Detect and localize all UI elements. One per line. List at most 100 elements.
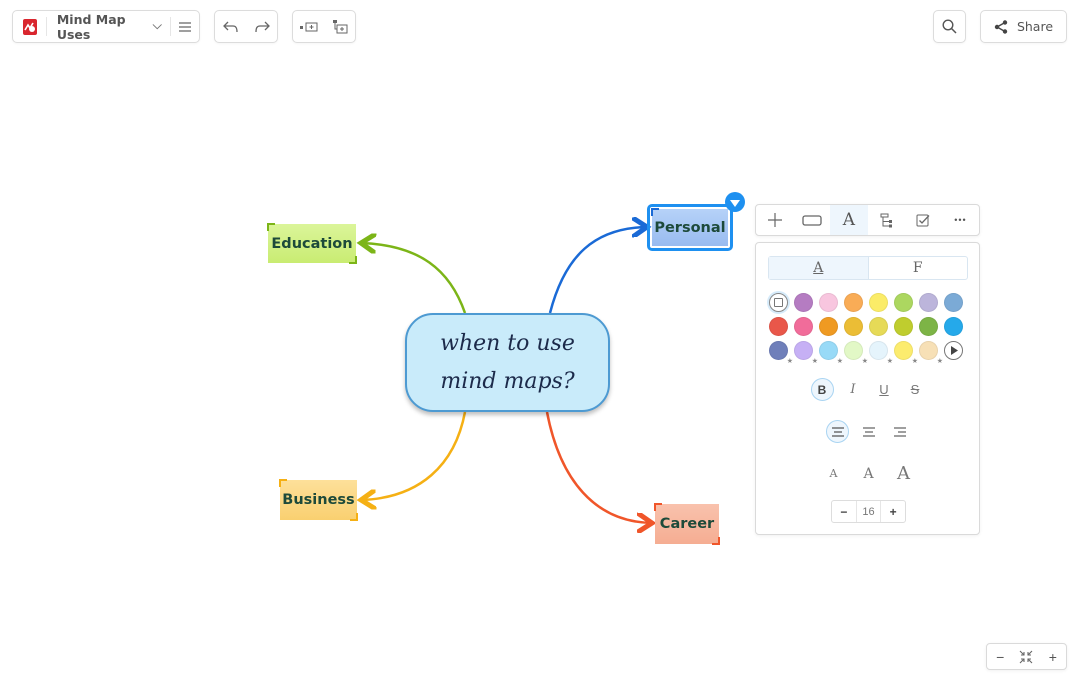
share-label: Share (1016, 19, 1054, 34)
task-button[interactable] (905, 205, 942, 235)
align-left-button[interactable] (826, 420, 849, 443)
text-format-icon: A (842, 210, 856, 230)
layout-button[interactable] (868, 205, 905, 235)
shape-icon (802, 214, 822, 226)
strikethrough-button[interactable]: S (904, 378, 927, 401)
more-button[interactable]: ••• (942, 205, 979, 235)
node-toolbar: A ••• (755, 204, 980, 236)
color-swatch[interactable]: ★ (869, 341, 893, 365)
color-swatch[interactable] (869, 293, 888, 312)
connector-business (361, 411, 467, 500)
play-icon (950, 346, 958, 355)
node-education[interactable]: Education (267, 223, 357, 264)
zoom-out-button[interactable]: − (987, 644, 1013, 669)
color-swatch[interactable] (894, 317, 913, 336)
layout-icon (880, 213, 892, 227)
connector-personal (548, 227, 647, 314)
central-topic-line2: mind maps? (440, 368, 575, 394)
font-small-button[interactable]: A (822, 462, 845, 485)
undo-icon (222, 21, 238, 32)
connector-education (361, 243, 467, 314)
font-size-increase-button[interactable]: + (881, 501, 905, 522)
color-swatch[interactable] (819, 293, 838, 312)
no-color-icon (774, 298, 783, 307)
zoom-controls: − + (986, 643, 1067, 670)
add-child-button[interactable] (324, 11, 355, 42)
history-toolbar (214, 10, 278, 43)
font-size-stepper: − 16 + (831, 500, 906, 523)
color-swatch[interactable]: ★ (894, 341, 918, 365)
color-swatch[interactable] (819, 317, 838, 336)
color-swatch[interactable]: ★ (794, 341, 818, 365)
color-swatch[interactable] (844, 317, 863, 336)
star-icon: ★ (836, 358, 843, 365)
node-personal-label: Personal (654, 219, 726, 236)
add-icon (767, 213, 782, 227)
text-align-row (756, 420, 981, 443)
hamburger-icon (179, 21, 192, 32)
color-swatch[interactable] (869, 317, 888, 336)
italic-button[interactable]: I (842, 378, 865, 401)
color-swatch[interactable] (844, 293, 863, 312)
format-tabs: A F (768, 256, 968, 280)
color-swatch[interactable] (894, 293, 913, 312)
font-medium-button[interactable]: A (857, 462, 880, 485)
redo-button[interactable] (246, 11, 277, 42)
star-icon: ★ (811, 358, 818, 365)
color-swatch[interactable]: ★ (819, 341, 843, 365)
mindmeister-logo-icon[interactable] (23, 18, 37, 35)
color-swatch[interactable] (769, 317, 788, 336)
menu-button[interactable] (171, 11, 199, 42)
align-center-button[interactable] (857, 420, 880, 443)
node-personal[interactable]: Personal (651, 208, 728, 246)
color-swatch[interactable]: ★ (769, 341, 793, 365)
node-education-label: Education (271, 235, 353, 252)
insert-toolbar (292, 10, 356, 43)
color-swatch[interactable]: ★ (919, 341, 943, 365)
font-size-input[interactable]: 16 (855, 501, 882, 522)
node-menu-toggle[interactable] (725, 192, 745, 212)
tab-text-color[interactable]: A (769, 257, 869, 279)
font-large-button[interactable]: A (892, 462, 915, 485)
redo-icon (254, 21, 270, 32)
star-icon: ★ (861, 358, 868, 365)
bold-button[interactable]: B (810, 378, 834, 401)
color-swatch[interactable] (919, 293, 938, 312)
text-style-row: B I U S (756, 378, 981, 401)
document-title-dropdown[interactable]: Mind Map Uses (47, 11, 170, 42)
node-business[interactable]: Business (279, 479, 358, 521)
underline-button[interactable]: U (873, 378, 896, 401)
color-swatch[interactable] (919, 317, 938, 336)
color-swatch-none[interactable] (769, 293, 788, 312)
add-child-icon (332, 19, 347, 33)
shape-button[interactable] (793, 205, 830, 235)
undo-button[interactable] (215, 11, 246, 42)
add-topic-button[interactable] (756, 205, 793, 235)
triangle-down-icon (730, 199, 740, 207)
font-size-decrease-button[interactable]: − (832, 501, 856, 522)
align-center-icon (862, 426, 875, 437)
tab-fill-color[interactable]: F (869, 257, 968, 279)
color-swatch[interactable] (944, 293, 963, 312)
add-sibling-button[interactable] (293, 11, 324, 42)
format-panel: A F ★ ★ ★ ★ ★ ★ ★ B I U S A A A − 16 + (755, 242, 980, 535)
color-swatch[interactable] (794, 293, 813, 312)
node-career[interactable]: Career (654, 503, 720, 545)
fit-to-screen-button[interactable] (1013, 644, 1039, 669)
text-format-button[interactable]: A (830, 205, 868, 235)
color-swatch[interactable]: ★ (844, 341, 868, 365)
more-colors-button[interactable] (944, 341, 963, 360)
task-icon (916, 214, 930, 226)
central-topic[interactable]: when to use mind maps? (405, 313, 610, 412)
zoom-in-button[interactable]: + (1040, 644, 1066, 669)
star-icon: ★ (786, 358, 793, 365)
color-swatch[interactable] (794, 317, 813, 336)
align-right-button[interactable] (888, 420, 911, 443)
search-button[interactable] (933, 10, 966, 43)
align-right-icon (893, 426, 906, 437)
color-palette: ★ ★ ★ ★ ★ ★ ★ (769, 293, 969, 365)
color-swatch[interactable] (944, 317, 963, 336)
more-icon: ••• (954, 215, 967, 225)
share-button[interactable]: Share (980, 10, 1067, 43)
document-title: Mind Map Uses (56, 11, 126, 42)
